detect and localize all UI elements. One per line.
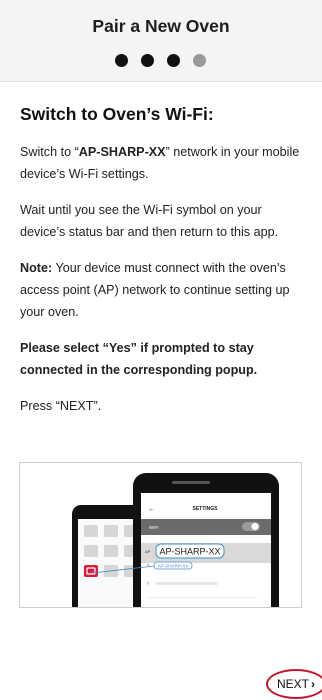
wifi-icon: ≈ — [147, 563, 150, 569]
wifi-label: WIFI — [149, 525, 159, 530]
wifi-settings-illustration: ← SETTINGS WIFI AP AP-SHARP-XX ≈ AP-SHAR… — [19, 462, 302, 608]
step-dot-3 — [167, 54, 180, 67]
svg-text:≈: ≈ — [147, 581, 150, 587]
next-button[interactable]: NEXT › — [266, 669, 322, 699]
step-dot-2 — [141, 54, 154, 67]
instruction-popup: Please select “Yes” if prompted to stay … — [20, 341, 258, 377]
settings-title: SETTINGS — [192, 506, 218, 512]
header: Pair a New Oven — [0, 0, 322, 82]
instruction-text: Switch to “ — [20, 145, 79, 159]
chevron-right-icon: › — [311, 677, 316, 691]
network-name: AP-SHARP-XX — [78, 145, 166, 159]
instruction-wait: Wait until you see the Wi-Fi symbol on y… — [20, 203, 279, 239]
phone-illustration: ← SETTINGS WIFI AP AP-SHARP-XX ≈ AP-SHAR… — [72, 473, 279, 607]
step-indicator — [115, 54, 206, 67]
next-label: NEXT — [277, 677, 310, 691]
note-text: Your device must connect with the oven’s… — [20, 261, 290, 319]
network-callout-text: AP-SHARP-XX — [159, 547, 220, 557]
instruction-note: Note: Your device must connect with the … — [20, 257, 310, 323]
note-label: Note: — [20, 261, 53, 275]
step-dot-1 — [115, 54, 128, 67]
section-title: Switch to Oven’s Wi-Fi: — [20, 104, 214, 124]
instruction-switch-network: Switch to “AP-SHARP-XX” network in your … — [20, 141, 310, 185]
oven-app-icon — [84, 565, 98, 577]
step-dot-4 — [193, 54, 206, 67]
svg-text:AP: AP — [145, 549, 151, 554]
network-small-text: AP-SHARP-XX — [158, 564, 189, 569]
page-title: Pair a New Oven — [92, 16, 230, 36]
instruction-press-next: Press “NEXT”. — [20, 399, 102, 413]
instructions: Switch to Oven’s Wi-Fi: Switch to “AP-SH… — [20, 96, 310, 417]
back-arrow-icon: ← — [148, 506, 155, 513]
